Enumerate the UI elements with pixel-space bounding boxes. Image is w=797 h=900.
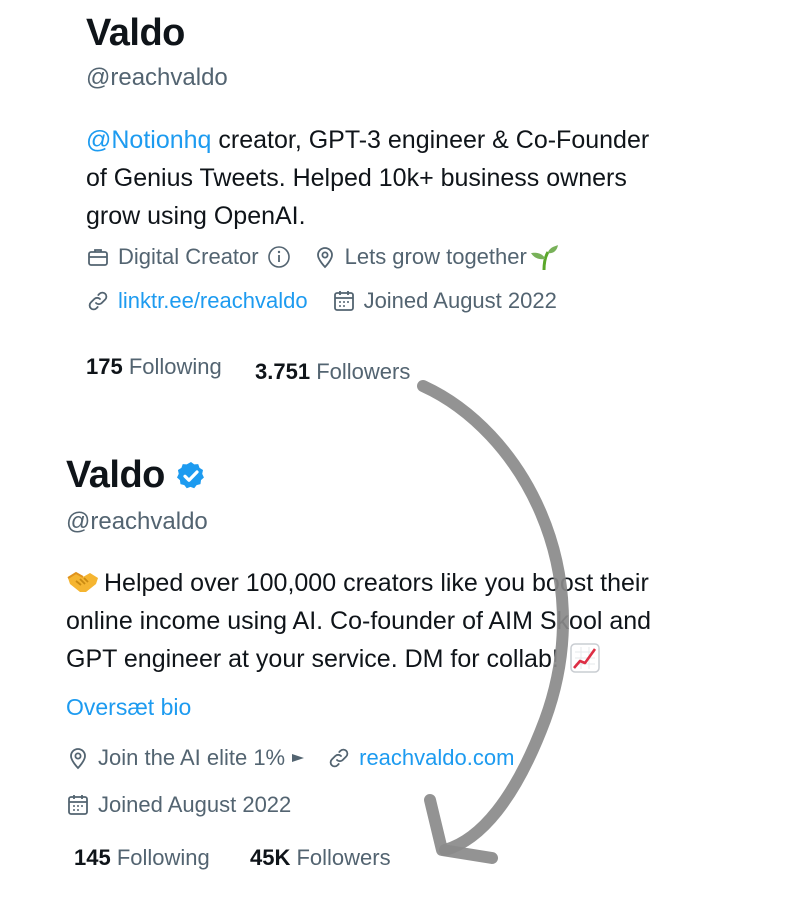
link-icon bbox=[329, 748, 349, 768]
following-label: Following bbox=[128, 354, 222, 379]
profile-website-link[interactable]: linktr.ee/reachvaldo bbox=[118, 288, 308, 314]
profile-location: Lets grow together bbox=[344, 244, 527, 269]
followers-count: 3.751 bbox=[255, 359, 311, 384]
profile-joined-date: Joined August 2022 bbox=[98, 792, 292, 817]
bio-text: of Genius Tweets. Helped 10k+ business o… bbox=[86, 164, 627, 192]
profile-meta-row: Joined August 2022 bbox=[66, 790, 291, 820]
location-pin-icon bbox=[70, 748, 86, 770]
profile-handle: @reachvaldo bbox=[66, 508, 208, 535]
following-count: 175 bbox=[86, 354, 123, 379]
chart-increasing-emoji bbox=[570, 643, 600, 674]
calendar-icon bbox=[333, 291, 354, 311]
profile-joined-date: Joined August 2022 bbox=[363, 288, 557, 313]
bio-text: GPT engineer at your service. DM for col… bbox=[66, 645, 559, 673]
profile-bio: @Notionhq creator, GPT-3 engineer & Co-F… bbox=[86, 121, 786, 235]
bio-text: creator, GPT-3 engineer & Co-Founder bbox=[211, 126, 650, 154]
seedling-emoji bbox=[530, 245, 558, 271]
bio-text: Helped over 100,000 creators like you bo… bbox=[104, 569, 649, 597]
translate-bio-link[interactable]: Oversæt bio bbox=[66, 694, 191, 721]
profile-category: Digital Creator bbox=[118, 244, 259, 269]
handshake-emoji bbox=[67, 572, 98, 593]
calendar-icon bbox=[68, 795, 88, 815]
profile-meta-row: linktr.ee/reachvaldo Joined August 2022 bbox=[86, 286, 557, 316]
following-count: 145 bbox=[74, 845, 111, 870]
bio-mention-link[interactable]: @Notionhq bbox=[86, 126, 211, 154]
verified-badge-icon[interactable] bbox=[175, 460, 207, 492]
following-label: Following bbox=[116, 845, 210, 870]
profile-name: Valdo bbox=[66, 454, 165, 496]
info-icon[interactable] bbox=[267, 245, 291, 269]
briefcase-icon bbox=[88, 249, 108, 266]
bio-text: grow using OpenAI. bbox=[86, 202, 306, 230]
followers-stat[interactable]: 3.751 Followers bbox=[255, 359, 410, 385]
profile-handle: @reachvaldo bbox=[86, 64, 228, 91]
followers-count: 45K bbox=[250, 845, 291, 870]
profile-meta-row: Digital Creator Lets grow together bbox=[86, 242, 559, 272]
following-stat[interactable]: 175 Following bbox=[86, 354, 222, 380]
profile-website-link[interactable]: reachvaldo.com bbox=[359, 745, 514, 771]
followers-stat[interactable]: 45K Followers bbox=[250, 845, 391, 871]
play-triangle-icon bbox=[292, 754, 305, 762]
profile-meta-row: Join the AI elite 1% reachvaldo.com bbox=[66, 743, 514, 773]
profile-name-row: Valdo bbox=[66, 454, 207, 497]
link-icon bbox=[88, 291, 108, 311]
followers-label: Followers bbox=[316, 359, 411, 384]
profile-name: Valdo bbox=[86, 12, 185, 54]
location-pin-icon bbox=[316, 247, 333, 269]
profile-bio: Helped over 100,000 creators like you bo… bbox=[66, 564, 786, 678]
bio-text: online income using AI. Co-founder of AI… bbox=[66, 607, 652, 635]
followers-label: Followers bbox=[296, 845, 391, 870]
following-stat[interactable]: 145 Following bbox=[74, 845, 210, 871]
profile-location: Join the AI elite 1% bbox=[98, 745, 286, 770]
